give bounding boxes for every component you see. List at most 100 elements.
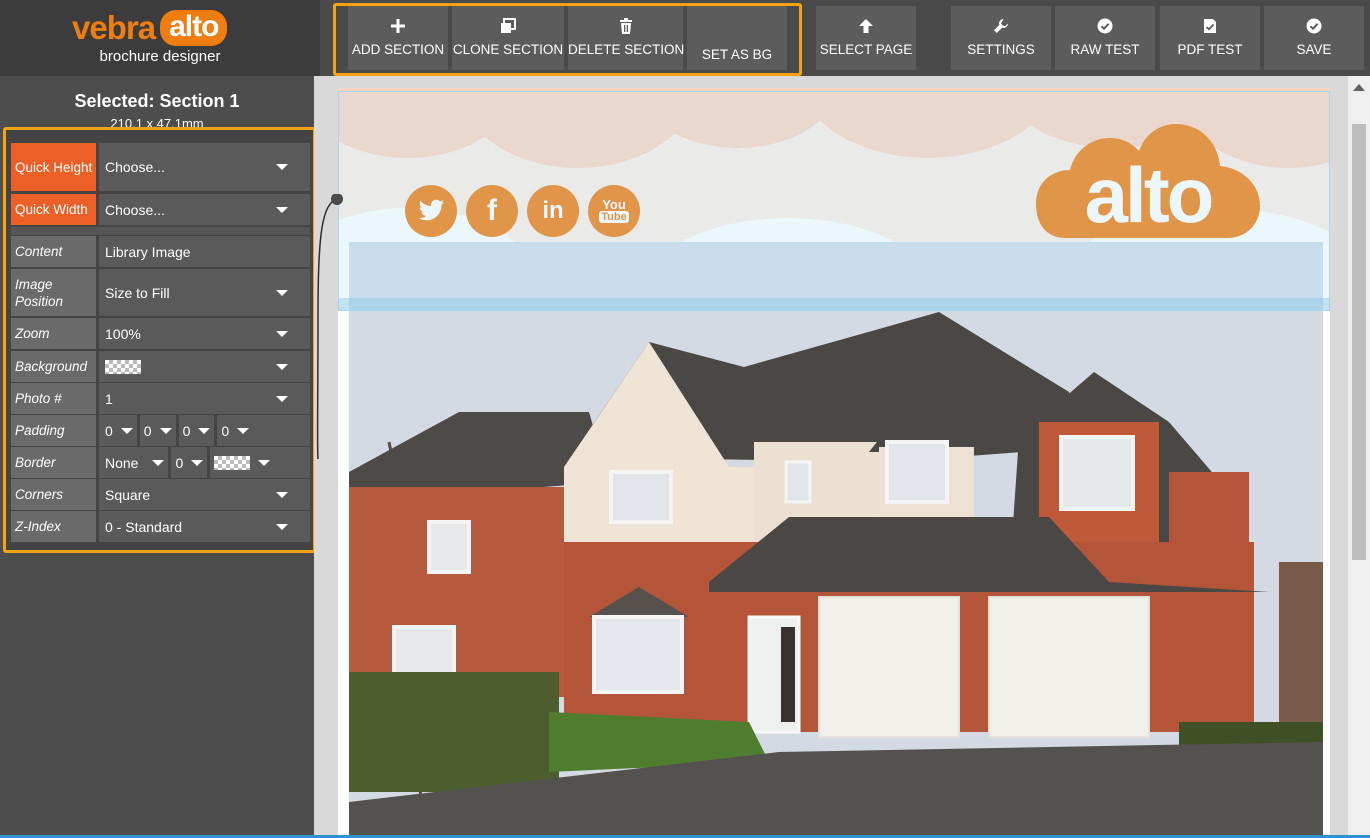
chevron-down-icon xyxy=(198,427,211,434)
border-width-value: 0 xyxy=(175,454,184,471)
z-index-select[interactable]: 0 - Standard xyxy=(99,511,310,542)
selection-connector xyxy=(316,194,343,460)
select-page-label: SELECT PAGE xyxy=(819,42,913,57)
border-row: Border None 0 xyxy=(11,447,310,478)
scroll-up-icon[interactable] xyxy=(1353,84,1365,91)
photo-number-select[interactable]: 1 xyxy=(99,383,310,414)
properties-panel: Quick Height Choose... Quick Width Choos… xyxy=(3,127,316,553)
chevron-down-icon xyxy=(159,427,172,434)
background-row: Background xyxy=(11,351,310,382)
pdf-check-icon xyxy=(1160,16,1260,36)
property-photo[interactable] xyxy=(349,242,1323,838)
border-label: Border xyxy=(11,447,96,478)
corners-value: Square xyxy=(105,486,151,503)
raw-test-button[interactable]: RAW TEST xyxy=(1055,6,1155,70)
vertical-scrollbar[interactable] xyxy=(1348,76,1370,838)
padding-right-value: 0 xyxy=(143,422,152,439)
border-color-picker[interactable] xyxy=(214,447,271,478)
padding-label: Padding xyxy=(11,415,96,446)
selected-section-bottom-handle[interactable] xyxy=(338,298,1330,310)
divider xyxy=(168,447,172,478)
quick-height-value: Choose... xyxy=(105,159,165,175)
app-subtitle: brochure designer xyxy=(99,48,221,65)
quick-height-row: Quick Height Choose... xyxy=(11,143,310,191)
chevron-down-icon xyxy=(237,427,250,434)
chevron-down-icon xyxy=(276,330,288,337)
photo-number-label: Photo # xyxy=(11,383,96,414)
quick-width-select[interactable]: Choose... xyxy=(99,194,310,225)
image-position-value: Size to Fill xyxy=(105,284,170,301)
zoom-value: 100% xyxy=(105,325,141,342)
chevron-down-icon xyxy=(120,427,133,434)
check-circle-icon xyxy=(1264,16,1364,36)
border-style-value: None xyxy=(105,454,139,471)
arrow-up-icon xyxy=(816,16,916,36)
quick-height-label: Quick Height xyxy=(11,143,96,191)
app-logo: vebra alto brochure designer xyxy=(0,0,320,76)
section-actions-highlight xyxy=(333,3,802,76)
selected-section-title: Selected: Section 1 xyxy=(74,91,240,111)
selected-section-outline[interactable] xyxy=(338,91,1330,311)
chevron-down-icon xyxy=(276,491,288,498)
chevron-down-icon xyxy=(276,289,288,296)
padding-top-value: 0 xyxy=(105,422,113,439)
divider xyxy=(136,415,140,446)
content-label: Content xyxy=(11,236,96,267)
scrollbar-thumb[interactable] xyxy=(1352,124,1366,560)
design-canvas: f in You Tube alto xyxy=(314,76,1370,838)
house-illustration xyxy=(349,242,1323,838)
padding-row: Padding 0 0 0 0 xyxy=(11,415,310,446)
quick-width-value: Choose... xyxy=(105,201,165,218)
quick-width-label: Quick Width xyxy=(11,194,96,225)
check-circle-icon xyxy=(1055,16,1155,36)
divider xyxy=(214,415,218,446)
chevron-down-icon xyxy=(276,206,288,213)
chevron-down-icon xyxy=(276,164,288,170)
pdf-test-button[interactable]: PDF TEST xyxy=(1160,6,1260,70)
z-index-label: Z-Index xyxy=(11,511,96,542)
brochure-page[interactable]: f in You Tube alto xyxy=(338,88,1330,838)
raw-test-label: RAW TEST xyxy=(1070,42,1140,57)
padding-bottom-value: 0 xyxy=(182,422,191,439)
padding-bottom-select[interactable]: 0 xyxy=(183,415,211,446)
background-color-picker[interactable] xyxy=(99,351,310,382)
pdf-test-label: PDF TEST xyxy=(1177,42,1243,57)
vebra-alto-logo: vebra alto xyxy=(72,8,228,48)
chevron-down-icon xyxy=(152,459,165,466)
photo-number-value: 1 xyxy=(105,390,113,407)
chevron-down-icon xyxy=(276,395,288,402)
content-row: Content Library Image xyxy=(11,236,310,267)
padding-right-select[interactable]: 0 xyxy=(144,415,172,446)
padding-top-select[interactable]: 0 xyxy=(105,415,133,446)
zoom-select[interactable]: 100% xyxy=(99,318,310,349)
padding-controls: 0 0 0 0 xyxy=(99,415,310,446)
transparent-swatch xyxy=(214,455,251,470)
settings-label: SETTINGS xyxy=(967,42,1035,57)
padding-left-select[interactable]: 0 xyxy=(221,415,250,446)
brand-vebra: vebra xyxy=(72,9,156,46)
corners-label: Corners xyxy=(11,479,96,510)
select-page-button[interactable]: SELECT PAGE xyxy=(816,6,916,70)
image-position-select[interactable]: Size to Fill xyxy=(99,269,310,316)
chevron-down-icon xyxy=(258,459,271,466)
corners-select[interactable]: Square xyxy=(99,479,310,510)
settings-button[interactable]: SETTINGS xyxy=(951,6,1051,70)
border-width-select[interactable]: 0 xyxy=(175,447,204,478)
border-controls: None 0 xyxy=(99,447,310,478)
border-style-select[interactable]: None xyxy=(105,447,165,478)
save-button[interactable]: SAVE xyxy=(1264,6,1364,70)
brand-alto: alto xyxy=(160,10,228,46)
padding-left-value: 0 xyxy=(221,422,230,439)
chevron-down-icon xyxy=(276,363,288,370)
quick-height-select[interactable]: Choose... xyxy=(99,143,310,191)
save-label: SAVE xyxy=(1296,42,1332,57)
transparent-swatch xyxy=(105,359,141,374)
photo-number-row: Photo # 1 xyxy=(11,383,310,414)
image-position-row: Image Position Size to Fill xyxy=(11,269,310,316)
z-index-row: Z-Index 0 - Standard xyxy=(11,511,310,542)
top-toolbar: vebra alto brochure designer ADD SECTION… xyxy=(0,0,1370,76)
zoom-row: Zoom 100% xyxy=(11,318,310,349)
content-value[interactable]: Library Image xyxy=(99,236,310,267)
background-label: Background xyxy=(11,351,96,382)
chevron-down-icon xyxy=(191,459,204,466)
